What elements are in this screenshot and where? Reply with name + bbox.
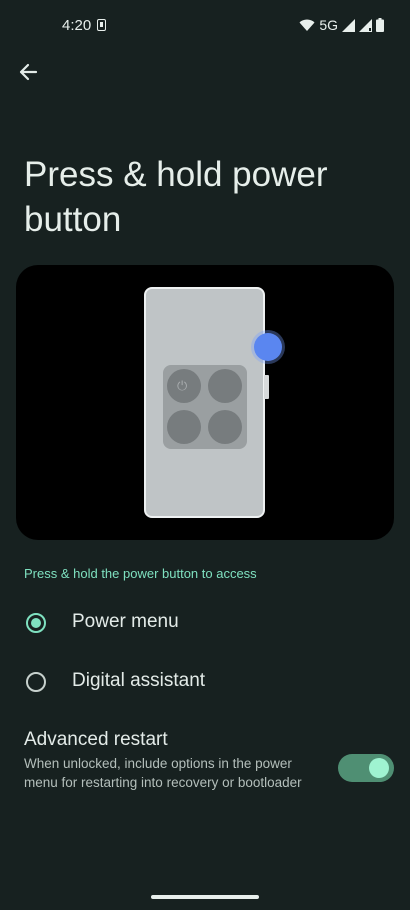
status-icons: 5G	[299, 15, 384, 35]
radio-button-unchecked[interactable]	[26, 672, 46, 692]
advanced-restart-title: Advanced restart	[24, 729, 168, 750]
option-digital-assistant[interactable]: Digital assistant	[0, 656, 410, 708]
section-header: Press & hold the power button to access	[24, 566, 257, 581]
sim-card-icon	[97, 19, 106, 31]
power-menu-panel: ⏻	[163, 365, 247, 449]
battery-icon	[376, 18, 384, 32]
menu-tile	[167, 410, 201, 444]
advanced-restart-toggle[interactable]	[338, 754, 394, 782]
advanced-restart-setting[interactable]: Advanced restart When unlocked, include …	[0, 724, 410, 814]
menu-tile	[208, 369, 242, 403]
press-indicator	[254, 333, 282, 361]
signal-icon	[359, 18, 372, 32]
status-time: 4:20	[62, 17, 92, 34]
option-label: Power menu	[72, 611, 179, 632]
phone-illustration: ⏻	[144, 287, 265, 518]
wifi-icon	[299, 19, 315, 31]
option-label: Digital assistant	[72, 670, 206, 691]
gesture-nav-handle[interactable]	[151, 895, 259, 899]
option-power-menu[interactable]: Power menu	[0, 597, 410, 649]
power-icon: ⏻	[177, 378, 188, 393]
radio-button-checked[interactable]	[26, 613, 46, 633]
power-button-illustration: ⏻	[16, 265, 394, 540]
arrow-back-icon	[19, 63, 38, 81]
advanced-restart-summary: When unlocked, include options in the po…	[24, 756, 302, 790]
network-type-label: 5G	[319, 17, 338, 33]
signal-icon	[342, 18, 355, 32]
power-tile: ⏻	[167, 369, 201, 403]
toggle-knob	[369, 758, 389, 778]
page-title: Press & hold power button	[24, 155, 328, 239]
menu-tile	[208, 410, 242, 444]
status-bar: 4:20 5G	[0, 0, 410, 50]
back-button[interactable]	[14, 58, 42, 86]
side-button	[264, 375, 269, 399]
